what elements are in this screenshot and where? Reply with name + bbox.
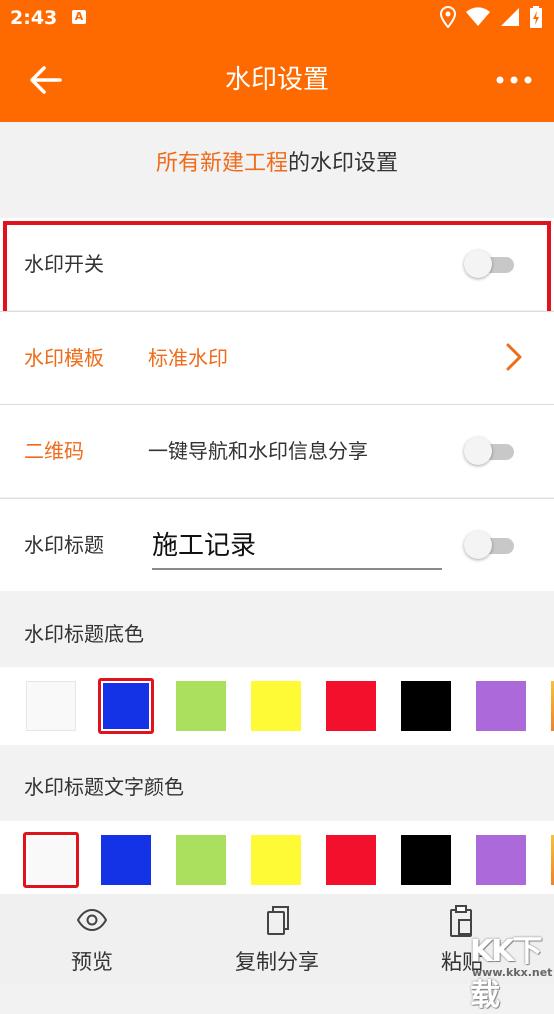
more-options-icon[interactable]	[494, 68, 534, 92]
text-color-swatch[interactable]	[101, 835, 151, 885]
qrcode-toggle[interactable]	[464, 437, 514, 465]
text-color-swatch[interactable]	[251, 835, 301, 885]
bg-color-swatch[interactable]	[401, 681, 451, 731]
site-watermark-url: www.kkx.net	[472, 966, 553, 979]
page-title: 水印设置	[224, 65, 329, 95]
copy-icon	[267, 906, 289, 935]
chevron-right-icon[interactable]	[504, 342, 524, 372]
app-bar: 2:43 A 水印设置	[0, 0, 554, 122]
toggle-knob	[464, 437, 492, 465]
text-color-swatch[interactable]	[401, 835, 451, 885]
location-icon	[440, 6, 456, 28]
qrcode-label: 二维码	[24, 439, 84, 463]
text-color-swatches	[0, 821, 554, 899]
bg-color-swatch[interactable]	[26, 681, 76, 731]
copy-share-label: 复制分享	[235, 950, 319, 974]
title-input-underline	[152, 520, 442, 570]
bg-color-swatch[interactable]	[176, 681, 226, 731]
wifi-icon	[466, 7, 490, 27]
bg-color-swatch[interactable]	[326, 681, 376, 731]
template-label: 水印模板	[24, 346, 104, 370]
text-color-section-label: 水印标题文字颜色	[24, 775, 184, 799]
watermark-template-row[interactable]: 水印模板 标准水印	[0, 312, 554, 404]
battery-icon	[530, 6, 542, 28]
bg-color-swatches	[0, 667, 554, 745]
watermark-title-input[interactable]	[152, 520, 442, 566]
scope-highlight: 所有新建工程	[155, 151, 288, 176]
eye-icon	[76, 908, 108, 932]
highlight-box	[3, 221, 551, 321]
watermark-title-label: 水印标题	[24, 533, 104, 557]
text-color-swatch[interactable]	[176, 835, 226, 885]
copy-share-button[interactable]: 复制分享	[197, 894, 357, 984]
bg-color-swatch[interactable]	[98, 678, 154, 734]
text-color-swatch[interactable]	[476, 835, 526, 885]
settings-scope-subtitle: 所有新建工程的水印设置	[0, 145, 554, 177]
text-color-swatch[interactable]	[23, 832, 79, 888]
preview-label: 预览	[71, 950, 113, 974]
text-color-swatch[interactable]	[326, 835, 376, 885]
watermark-title-toggle[interactable]	[464, 531, 514, 559]
app-notification-icon: A	[72, 10, 86, 24]
bg-color-swatch[interactable]	[476, 681, 526, 731]
bg-color-swatch[interactable]	[251, 681, 301, 731]
qrcode-row[interactable]: 二维码 一键导航和水印信息分享	[0, 405, 554, 497]
signal-icon	[501, 8, 519, 26]
scope-rest: 的水印设置	[288, 151, 399, 176]
qrcode-description: 一键导航和水印信息分享	[148, 439, 368, 463]
bg-color-section-label: 水印标题底色	[24, 622, 144, 646]
preview-button[interactable]: 预览	[12, 894, 172, 984]
template-value: 标准水印	[148, 346, 228, 370]
toggle-knob	[464, 531, 492, 559]
status-icons	[440, 6, 542, 28]
status-time: 2:43	[10, 7, 58, 29]
